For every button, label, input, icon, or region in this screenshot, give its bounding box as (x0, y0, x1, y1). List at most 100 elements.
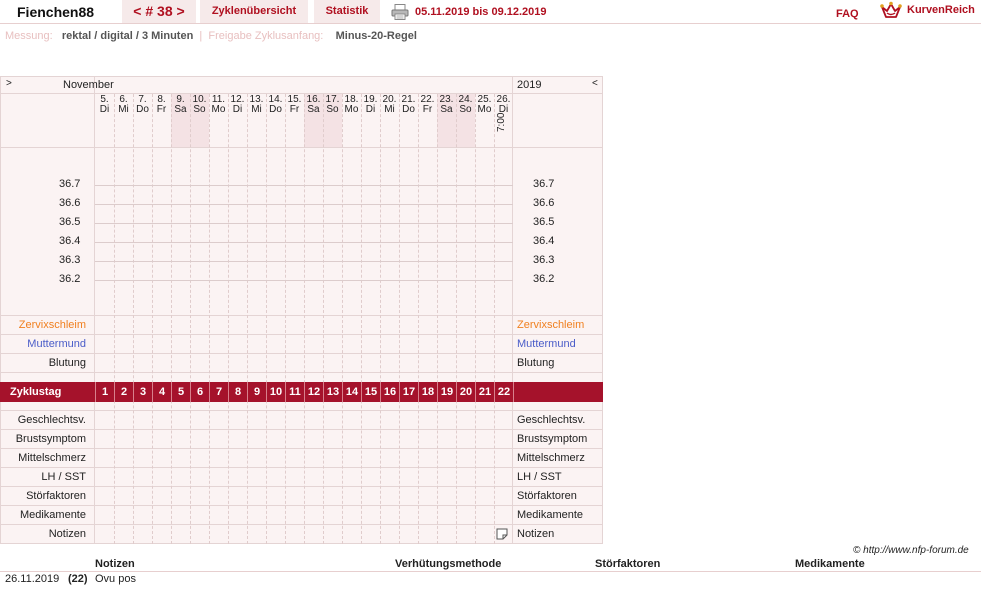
row-label-notizen-right: Notizen (517, 528, 555, 540)
row-label-medikamente-left: Medikamente (19, 509, 86, 521)
day-header: 5. Di (95, 95, 114, 115)
note-cycle-day: (22) (68, 573, 88, 585)
printer-icon[interactable] (391, 4, 409, 20)
tab-cycle-overview[interactable]: Zyklenübersicht (200, 0, 308, 23)
column-divider (512, 76, 513, 544)
day-gridline (418, 94, 419, 544)
weekday: Mi (251, 104, 262, 115)
day-gridline (380, 94, 381, 544)
temperature-label-left: 36.7 (59, 178, 81, 190)
row-label-notizen-left: Notizen (48, 528, 86, 540)
weekday: Sa (307, 104, 320, 115)
row-label-blutung-left: Blutung (48, 357, 86, 369)
weekday: So (193, 104, 206, 115)
day-gridline (171, 94, 172, 544)
temperature-label-left: 36.6 (59, 197, 81, 209)
cycle-navigator: < # 38 > (122, 0, 196, 23)
day-header: 7. Do (133, 95, 152, 115)
temperature-gridline (95, 223, 513, 224)
cycle-day-number: 12 (304, 382, 323, 402)
day-gridline (494, 94, 495, 544)
row-label-blutung-right: Blutung (517, 357, 555, 369)
temperature-label-right: 36.6 (533, 197, 555, 209)
measure-value: rektal / digital / 3 Minuten (61, 30, 194, 42)
day-gridline (437, 94, 438, 544)
day-gridline (399, 94, 400, 544)
day-header: 23. Sa (437, 95, 456, 115)
day-header: 24. So (456, 95, 475, 115)
weekday: Do (269, 104, 282, 115)
day-gridline (228, 94, 229, 544)
brand-name[interactable]: KurvenReich (907, 4, 975, 16)
row-label-medikamente-right: Medikamente (517, 509, 584, 521)
scroll-left-button[interactable]: > (6, 78, 12, 89)
cycle-day-number: 14 (342, 382, 361, 402)
day-header: 15. Fr (285, 95, 304, 115)
temperature-label-left: 36.2 (59, 273, 81, 285)
temperature-label-right: 36.5 (533, 216, 555, 228)
weekday: So (459, 104, 472, 115)
cycle-day-number: 22 (494, 382, 513, 402)
footer-divider (0, 571, 981, 572)
cycle-day-number: 18 (418, 382, 437, 402)
cycle-day-row: Zyklustag 1 2 3 4 5 6 7 8 9 10 11 12 13 14 15 16 17 18 19 2… (0, 382, 603, 402)
weekday: Fr (422, 104, 433, 115)
day-header: 21. Do (399, 95, 418, 115)
day-gridline (323, 94, 324, 544)
scroll-right-button[interactable]: < (592, 78, 598, 89)
cycle-day-number: 21 (475, 382, 494, 402)
day-gridline (133, 94, 134, 544)
row-label-lh-sst-left: LH / SST (41, 471, 86, 483)
faq-link[interactable]: FAQ (836, 8, 859, 20)
temperature-label-right: 36.2 (533, 273, 555, 285)
cycle-day-number: 10 (266, 382, 285, 402)
next-cycle-button[interactable]: > (177, 3, 185, 19)
day-header: 20. Mi (380, 95, 399, 115)
weekday: Fr (289, 104, 300, 115)
weekday: Di (99, 104, 110, 115)
day-gridline (456, 94, 457, 544)
measure-label: Messung: (5, 30, 53, 42)
cycle-day-number: 13 (323, 382, 342, 402)
day-gridline (266, 94, 267, 544)
cycle-day-number: 9 (247, 382, 266, 402)
row-label-brustsymptom-right: Brustsymptom (517, 433, 588, 445)
row-label-zervixschleim-right: Zervixschleim (517, 319, 585, 331)
separator: | (199, 30, 203, 42)
prev-cycle-button[interactable]: < (133, 3, 141, 19)
weekday: So (326, 104, 339, 115)
cycle-day-number: 1 (95, 382, 114, 402)
temperature-label-right: 36.3 (533, 254, 555, 266)
measurement-settings: Messung: rektal / digital / 3 Minuten | … (5, 30, 417, 42)
row-label-geschlechtsv--left: Geschlechtsv. (17, 414, 86, 426)
medication-header: Medikamente (795, 558, 865, 570)
tab-statistics[interactable]: Statistik (314, 0, 380, 23)
year-label: 2019 (517, 79, 542, 91)
cycle-day-number: 15 (361, 382, 380, 402)
temperature-label-left: 36.5 (59, 216, 81, 228)
header-bar: Fienchen88 < # 38 > Zyklenübersicht Stat… (0, 0, 981, 24)
crown-logo-icon[interactable] (880, 1, 902, 21)
cycle-day-number: 19 (437, 382, 456, 402)
cycle-day-number: 4 (152, 382, 171, 402)
weekday: Mi (384, 104, 395, 115)
temperature-label-right: 36.7 (533, 178, 555, 190)
day-gridline (209, 94, 210, 544)
day-header: 17. So (323, 95, 342, 115)
day-gridline (247, 94, 248, 544)
day-gridline (285, 94, 286, 544)
username: Fienchen88 (17, 4, 95, 20)
weekday: Di (365, 104, 376, 115)
note-icon[interactable] (496, 528, 508, 540)
note-text: Ovu pos (95, 573, 136, 585)
day-header: 25. Mo (475, 95, 494, 115)
row-label-mittelschmerz-right: Mittelschmerz (517, 452, 585, 464)
weekday: Mo (344, 104, 359, 115)
weekday: Do (136, 104, 149, 115)
row-label-mittelschmerz-left: Mittelschmerz (18, 452, 86, 464)
day-header: 8. Fr (152, 95, 171, 115)
day-header: 11. Mo (209, 95, 228, 115)
weekday: Fr (156, 104, 167, 115)
cycle-date-range: 05.11.2019 bis 09.12.2019 (415, 6, 547, 18)
weekday: Sa (174, 104, 187, 115)
